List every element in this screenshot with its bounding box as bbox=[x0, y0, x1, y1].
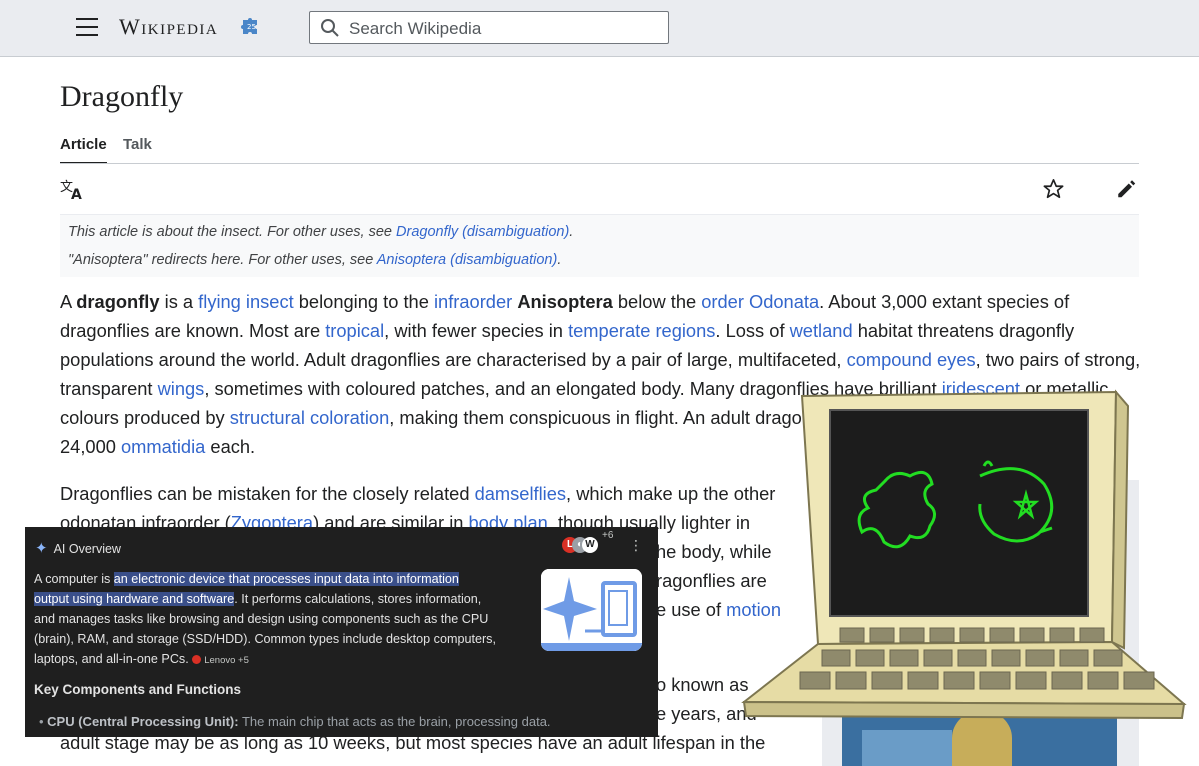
highlighted-text: output using hardware and software bbox=[34, 592, 235, 606]
article-link[interactable]: ommatidia bbox=[121, 436, 205, 457]
text-line: populations around the world. Adult drag… bbox=[60, 349, 1141, 370]
search-input[interactable] bbox=[347, 16, 651, 42]
hatnote-line: This article is about the insect. For ot… bbox=[68, 224, 573, 240]
article-link[interactable]: temperate regions bbox=[568, 320, 715, 341]
source-avatar: W bbox=[582, 537, 598, 553]
laptop-sticker-image bbox=[741, 389, 1187, 720]
hatnote-text: "Anisoptera" redirects here. For other u… bbox=[68, 252, 377, 268]
wikipedia-wordmark[interactable]: Wikipedia bbox=[119, 14, 218, 40]
disambiguation-link[interactable]: Anisoptera (disambiguation) bbox=[377, 252, 558, 268]
page-title: Dragonfly bbox=[60, 80, 184, 113]
hatnote-text: This article is about the insect. For ot… bbox=[68, 224, 397, 240]
computer-sparkle-image bbox=[541, 569, 642, 651]
tab-talk[interactable]: Talk bbox=[123, 136, 152, 153]
text-line: dragonflies are known. Most are tropical… bbox=[60, 320, 1075, 341]
article-link[interactable]: order Odonata bbox=[701, 291, 819, 312]
site-header: Wikipedia 25 bbox=[0, 0, 1199, 57]
article-link[interactable]: wetland bbox=[790, 320, 853, 341]
menu-icon[interactable] bbox=[76, 18, 98, 38]
language-icon[interactable]: 文 A bbox=[60, 179, 86, 201]
star-icon[interactable] bbox=[1042, 178, 1065, 200]
divider bbox=[60, 163, 1139, 164]
search-icon bbox=[321, 19, 339, 37]
ai-overview-text: A computer is an electronic device that … bbox=[34, 572, 496, 666]
search-box[interactable] bbox=[309, 11, 669, 44]
article-link[interactable]: tropical bbox=[325, 320, 384, 341]
ai-overview-header: ✦ AI Overview bbox=[35, 539, 121, 557]
hatnote-line: "Anisoptera" redirects here. For other u… bbox=[68, 252, 561, 268]
list-item: • CPU (Central Processing Unit): The mai… bbox=[39, 714, 551, 729]
ai-overview-label: AI Overview bbox=[53, 542, 121, 556]
more-vert-icon[interactable]: ⋮ bbox=[629, 537, 643, 554]
text-line: Dragonflies can be mistaken for the clos… bbox=[60, 483, 776, 504]
text-line: A dragonfly is a flying insect belonging… bbox=[60, 291, 1070, 312]
hatnote-text: . bbox=[557, 252, 562, 268]
article-link[interactable]: structural coloration bbox=[230, 407, 390, 428]
tab-article[interactable]: Article bbox=[60, 136, 107, 153]
highlighted-text: an electronic device that processes inpu… bbox=[113, 572, 459, 586]
ai-overview-panel: ✦ AI Overview L ◐ W +6 ⋮ A computer is an… bbox=[25, 527, 658, 737]
wikipedia-globe-icon: 25 bbox=[241, 18, 257, 34]
hatnote-text: . bbox=[569, 224, 574, 240]
article-link[interactable]: flying insect bbox=[198, 291, 294, 312]
disambiguation-link[interactable]: Dragonfly (disambiguation) bbox=[396, 224, 569, 240]
article-link[interactable]: compound eyes bbox=[847, 349, 976, 370]
article-link[interactable]: damselflies bbox=[475, 483, 566, 504]
edit-pencil-icon[interactable] bbox=[1115, 178, 1138, 200]
hatnote: This article is about the insect. For ot… bbox=[60, 215, 1139, 277]
source-chip[interactable]: Lenovo +5 bbox=[192, 655, 249, 666]
article-link[interactable]: wings bbox=[158, 378, 205, 399]
sparkle-icon: ✦ bbox=[35, 540, 48, 557]
ai-section-heading: Key Components and Functions bbox=[34, 682, 242, 697]
svg-text:A: A bbox=[71, 187, 82, 201]
svg-text:25: 25 bbox=[247, 23, 256, 31]
source-count: +6 bbox=[602, 530, 614, 541]
article-link[interactable]: infraorder bbox=[434, 291, 512, 312]
ai-overview-thumbnail[interactable] bbox=[541, 569, 642, 651]
